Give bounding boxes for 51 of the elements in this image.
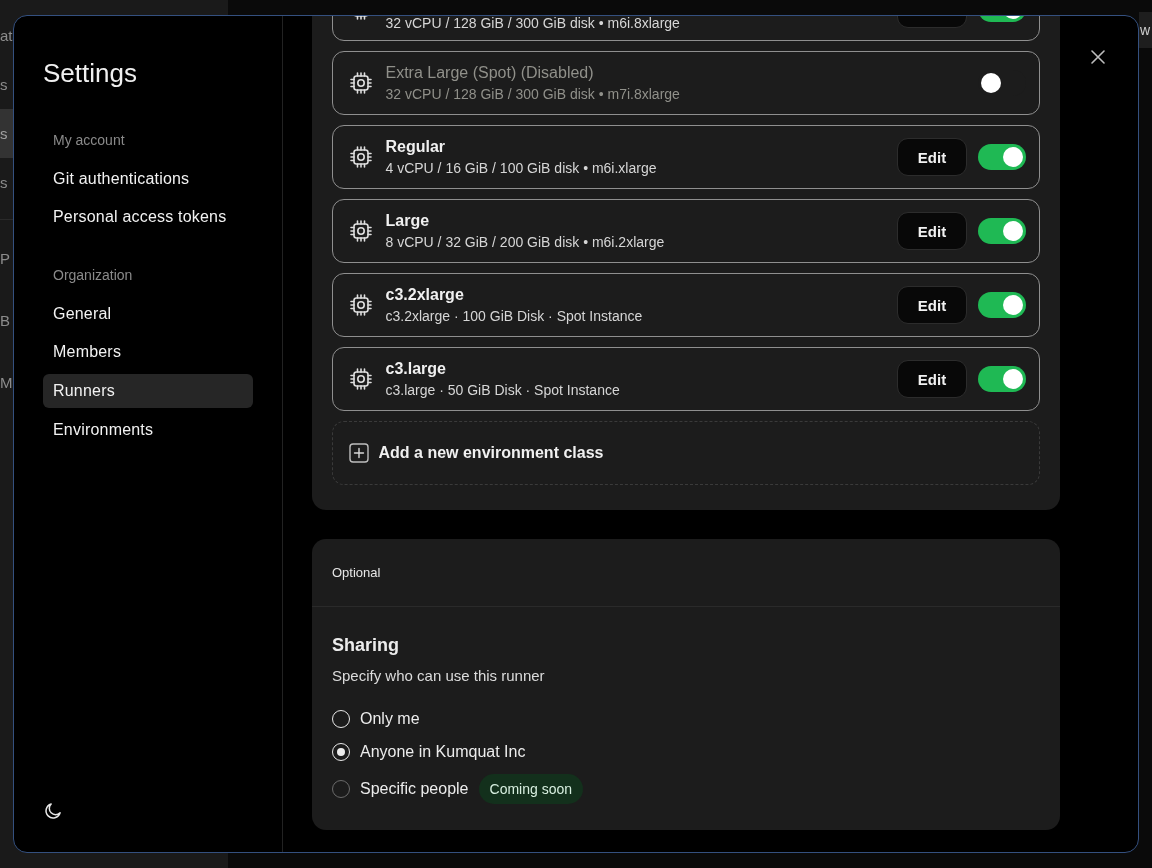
section-label: Organization [52,266,134,286]
chip-icon [349,219,373,243]
toggle-switch[interactable] [978,366,1026,392]
class-specs: c3.large · 50 GiB Disk · Spot Instance [385,380,620,400]
toggle-switch[interactable] [978,292,1026,318]
class-specs: c3.2xlarge · 100 GiB Disk · Spot Instance [385,306,643,326]
radio-option[interactable]: Anyone in Kumquat Inc [332,743,526,761]
class-name: c3.large [385,358,447,379]
class-name: Regular [385,136,447,157]
class-name: Large [385,210,431,231]
section-title: Sharing [332,634,400,657]
chip-icon [349,293,373,317]
edit-button[interactable]: Edit [897,286,967,324]
class-specs: 32 vCPU / 128 GiB / 300 GiB disk • m7i.8xlarge [385,84,680,104]
radio-option[interactable]: Only me [332,710,420,728]
toggle-switch[interactable] [978,144,1026,170]
edit-button[interactable]: Edit [897,138,967,176]
panel-header: Optional [332,565,381,580]
section-label: My account [52,131,126,150]
dialog-title: Settings [43,57,138,89]
class-specs: 4 vCPU / 16 GiB / 100 GiB disk • m6i.xlarge [385,158,657,178]
sidebar-item[interactable]: Environments [43,412,253,447]
sidebar-item[interactable]: Runners [43,373,253,408]
moon-icon[interactable] [43,801,63,821]
chip-icon [349,145,373,169]
class-name: Extra Large (Spot) (Disabled) [385,62,595,83]
plus-icon [349,443,369,463]
chip-icon [349,367,373,391]
nav-item[interactable]: s [0,157,13,207]
toggle-switch[interactable] [978,218,1026,244]
sidebar-item[interactable]: Git authentications [43,161,253,196]
nav-item[interactable]: s [0,59,13,109]
nav-item[interactable]: P [0,227,13,289]
nav-item[interactable]: at [0,10,13,60]
class-specs: 8 vCPU / 32 GiB / 200 GiB disk • m6i.2xlarge [385,232,665,252]
edit-button[interactable]: Edit [897,360,967,398]
sidebar-item[interactable]: General [43,296,253,331]
nav-item[interactable]: B [0,289,13,351]
class-name: c3.2xlarge [385,284,465,305]
header-button[interactable]: w [1139,12,1152,48]
section-description: Specify who can use this runner [332,666,546,686]
add-environment-class-button[interactable]: Add a new environment class [332,421,1040,485]
nav-item[interactable]: M [0,351,13,413]
edit-button[interactable]: Edit [897,212,967,250]
sidebar-item[interactable]: Personal access tokens [43,200,253,235]
chip-icon [349,71,373,95]
nav-item[interactable]: s [0,108,13,158]
class-specs: 32 vCPU / 128 GiB / 300 GiB disk • m6i.8xlarge [385,16,680,33]
close-icon [1090,49,1105,64]
coming-soon-badge: Coming soon [478,774,583,804]
sidebar-item[interactable]: Members [43,335,253,370]
